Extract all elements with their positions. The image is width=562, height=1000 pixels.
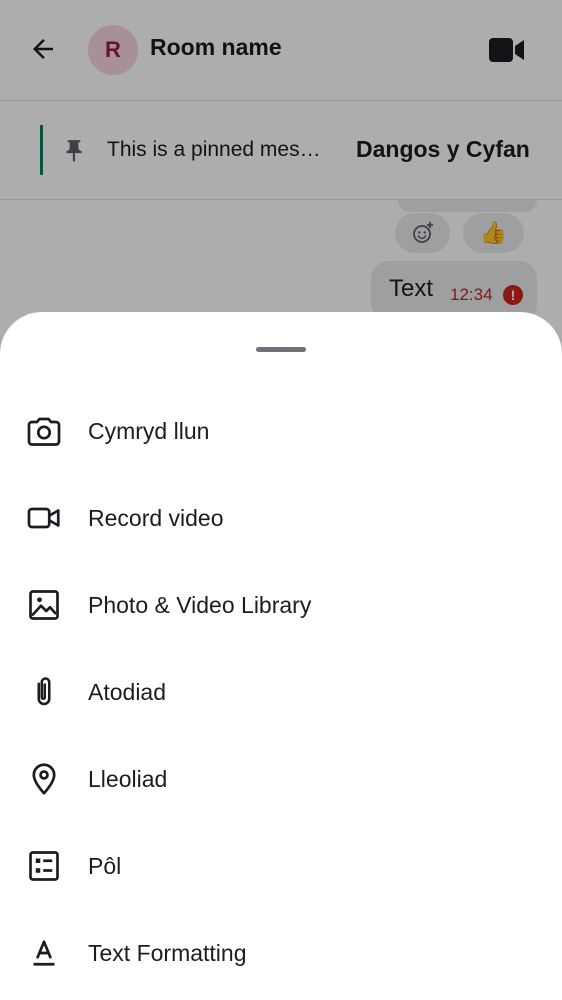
menu-item-label: Record video — [88, 505, 224, 531]
camera-icon — [26, 413, 62, 449]
poll-icon — [26, 848, 62, 884]
menu-item-location[interactable]: Lleoliad — [0, 736, 562, 823]
attachment-bottom-sheet: Cymryd llun Record video Photo & Video L… — [0, 312, 562, 1000]
menu-item-text-formatting[interactable]: Text Formatting — [0, 910, 562, 997]
menu-item-label: Text Formatting — [88, 940, 247, 966]
menu-item-label: Photo & Video Library — [88, 592, 312, 618]
menu-item-record-video[interactable]: Record video — [0, 475, 562, 562]
menu-item-photo-library[interactable]: Photo & Video Library — [0, 562, 562, 649]
menu-item-label: Lleoliad — [88, 766, 168, 792]
image-icon — [26, 587, 62, 623]
video-icon — [26, 500, 62, 536]
menu-item-attachment[interactable]: Atodiad — [0, 649, 562, 736]
location-pin-icon — [26, 761, 62, 797]
paperclip-icon — [26, 674, 62, 710]
menu-item-poll[interactable]: Pôl — [0, 823, 562, 910]
menu-item-label: Atodiad — [88, 679, 167, 705]
menu-item-take-photo[interactable]: Cymryd llun — [0, 388, 562, 475]
drag-handle[interactable] — [256, 347, 306, 352]
menu-item-label: Pôl — [88, 853, 122, 879]
text-format-icon — [26, 935, 62, 971]
menu-item-label: Cymryd llun — [88, 418, 210, 444]
